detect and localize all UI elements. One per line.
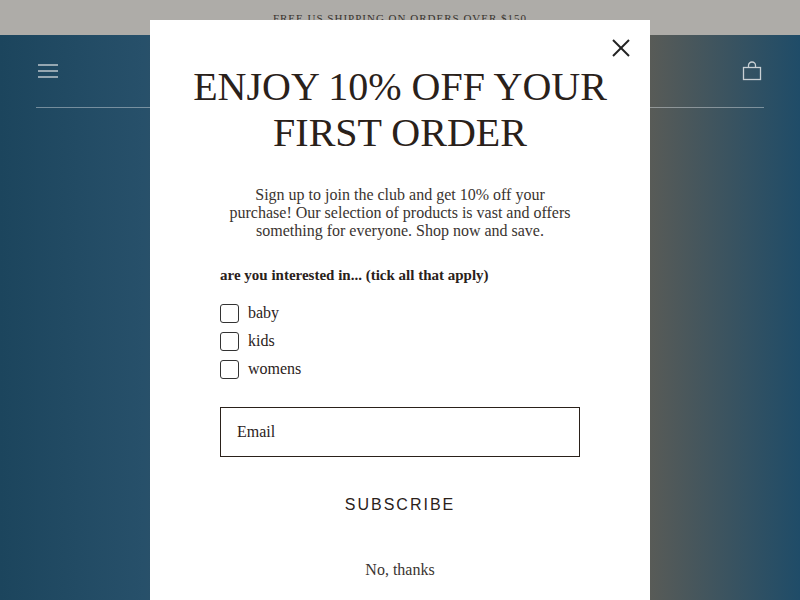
subscribe-button[interactable]: SUBSCRIBE: [220, 481, 580, 529]
shopping-bag-icon[interactable]: [742, 61, 762, 81]
close-icon[interactable]: [610, 37, 632, 59]
interest-checkbox[interactable]: [220, 332, 239, 351]
signup-popup: ENJOY 10% OFF YOUR FIRST ORDER Sign up to…: [150, 20, 650, 600]
popup-description: Sign up to join the club and get 10% off…: [228, 186, 573, 240]
interest-option[interactable]: womens: [220, 355, 580, 383]
email-input[interactable]: [220, 407, 580, 457]
interest-option[interactable]: baby: [220, 299, 580, 327]
interest-label: kids: [248, 332, 275, 350]
interest-checkbox[interactable]: [220, 360, 239, 379]
interest-label: womens: [248, 360, 301, 378]
popup-title: ENJOY 10% OFF YOUR FIRST ORDER: [180, 64, 620, 156]
interests-list: baby kids womens: [220, 299, 580, 383]
hamburger-menu-icon[interactable]: [37, 63, 59, 79]
signup-form: are you interested in... (tick all that …: [220, 265, 580, 581]
interests-label: are you interested in... (tick all that …: [220, 265, 580, 285]
interest-checkbox[interactable]: [220, 304, 239, 323]
page: FREE US SHIPPING ON ORDERS OVER $150ENJO…: [0, 0, 800, 600]
interest-option[interactable]: kids: [220, 327, 580, 355]
no-thanks-button[interactable]: No, thanks: [359, 559, 440, 581]
interest-label: baby: [248, 304, 279, 322]
